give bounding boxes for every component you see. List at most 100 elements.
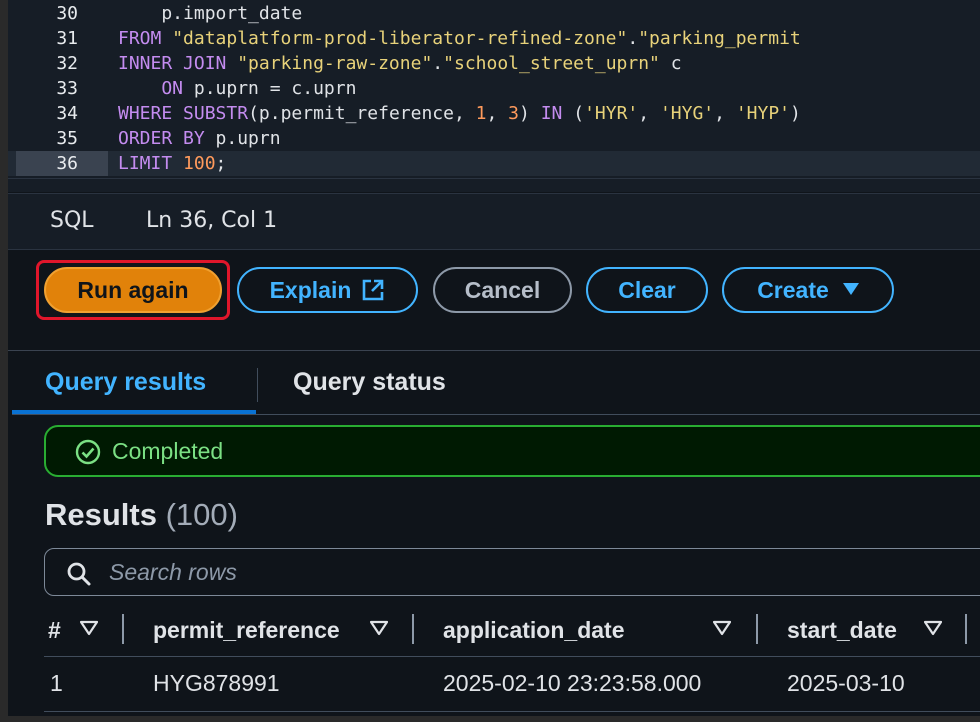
code-token: ) [790,103,801,124]
table-cell-permit-reference: HYG878991 [153,670,280,696]
table-cell-index: 1 [50,670,63,696]
tab-separator [257,368,258,402]
table-row-divider [44,711,980,712]
code-line[interactable]: 32 INNER JOIN "parking-raw-zone"."school_… [8,51,980,76]
language-indicator: SQL [50,208,94,233]
table-cell-application-date: 2025-02-10 23:23:58.000 [443,670,702,696]
create-dropdown-button[interactable]: Create [722,267,894,313]
column-header-application-date: application_date [443,617,625,643]
code-line[interactable]: 33 ON p.uprn = c.uprn [8,76,980,101]
run-again-label: Run again [77,276,189,303]
sort-index-icon[interactable] [79,620,99,640]
code-token: 'HYR' [584,103,639,124]
code-text: LIMIT 100; [118,151,226,176]
code-token: c [659,53,682,74]
code-token: 'HYP' [735,103,790,124]
cancel-button[interactable]: Cancel [433,267,572,313]
create-label: Create [757,276,829,303]
code-token: . [627,28,639,49]
code-token: ORDER BY [118,128,216,149]
clear-button[interactable]: Clear [586,267,708,313]
line-number-text: 32 [56,53,78,74]
check-circle-icon [75,439,101,469]
line-number: 36 [16,151,108,176]
status-alert: Completed [44,425,980,477]
code-token: 100 [183,153,216,174]
code-token: "parking-raw-zone" [237,53,433,74]
editor-status-bar: SQL Ln 36, Col 1 [8,193,980,250]
line-number-text: 33 [56,78,78,99]
search-input[interactable] [107,556,911,588]
run-again-button[interactable]: Run again [44,267,222,313]
results-title: Results [45,497,157,532]
caret-down-icon [842,280,859,301]
code-token: 1 [475,103,487,124]
column-header-permit-reference: permit_reference [153,617,340,643]
code-line[interactable]: 36 LIMIT 100; [8,151,980,176]
status-text: Completed [112,438,224,464]
code-token: , [638,103,660,124]
cursor-position: Ln 36, Col 1 [146,208,278,233]
sort-application-date-icon[interactable] [712,620,732,640]
code-text: p.import_date [118,1,302,26]
code-token: p.import_date [118,3,303,24]
code-token: FROM [118,28,173,49]
code-token: "dataplatform-prod-liberator-refined-zon… [172,28,628,49]
line-number-text: 34 [56,103,78,124]
code-token: ) [519,103,541,124]
code-token: (p.permit_reference, [248,103,476,124]
table-cell-start-date: 2025-03-10 [787,670,905,696]
clear-label: Clear [618,276,676,303]
results-count: (100) [165,497,238,532]
code-text: WHERE SUBSTR(p.permit_reference, 1, 3) I… [118,101,801,126]
search-rows-field[interactable] [44,548,980,596]
table-header-divider [44,656,980,657]
code-token: p.uprn = c.uprn [193,78,357,99]
code-token: . [432,53,444,74]
line-number: 34 [16,101,108,126]
code-token: ; [215,153,227,174]
cancel-label: Cancel [464,276,541,303]
column-resizer[interactable] [412,614,414,644]
line-number-text: 31 [56,28,78,49]
column-resizer[interactable] [965,614,967,644]
code-token: , [714,103,736,124]
line-number: 30 [16,1,108,26]
line-number: 32 [16,51,108,76]
line-number-text: 36 [56,153,78,174]
explain-label: Explain [269,276,352,303]
explain-button[interactable]: Explain [237,267,418,313]
column-header-index: # [48,617,61,643]
line-number-text: 30 [56,3,78,24]
sql-editor[interactable]: 30 p.import_date 31 FROM "dataplatform-pro… [8,0,980,192]
code-token: IN [540,103,574,124]
code-token: ON [118,78,194,99]
line-number: 31 [16,26,108,51]
code-token: WHERE [118,103,184,124]
line-number: 33 [16,76,108,101]
code-text: ORDER BY p.uprn [118,126,281,151]
code-text: ON p.uprn = c.uprn [118,76,356,101]
external-link-icon [361,278,385,302]
sort-start-date-icon[interactable] [923,620,943,640]
results-heading: Results (100) [45,497,238,533]
code-token: p.uprn [215,128,281,149]
query-editor-page: 30 p.import_date 31 FROM "dataplatform-pro… [8,0,980,716]
sort-permit-reference-icon[interactable] [369,620,389,640]
line-number: 35 [16,126,108,151]
code-line[interactable]: 34 WHERE SUBSTR(p.permit_reference, 1, 3)… [8,101,980,126]
tab-query-status[interactable]: Query status [293,368,446,397]
code-line[interactable]: 35 ORDER BY p.uprn [8,126,980,151]
code-token: , [486,103,509,124]
column-resizer[interactable] [122,614,124,644]
code-token: 3 [508,103,520,124]
code-token: SUBSTR [183,103,249,124]
column-header-start-date: start_date [787,617,897,643]
section-divider [8,350,980,351]
code-line[interactable]: 30 p.import_date [8,1,980,26]
code-token: 'HYG' [659,103,715,124]
column-resizer[interactable] [756,614,758,644]
code-line[interactable]: 31 FROM "dataplatform-prod-liberator-refi… [8,26,980,51]
editor-bottom-border [8,178,980,179]
tab-query-results[interactable]: Query results [45,368,206,397]
